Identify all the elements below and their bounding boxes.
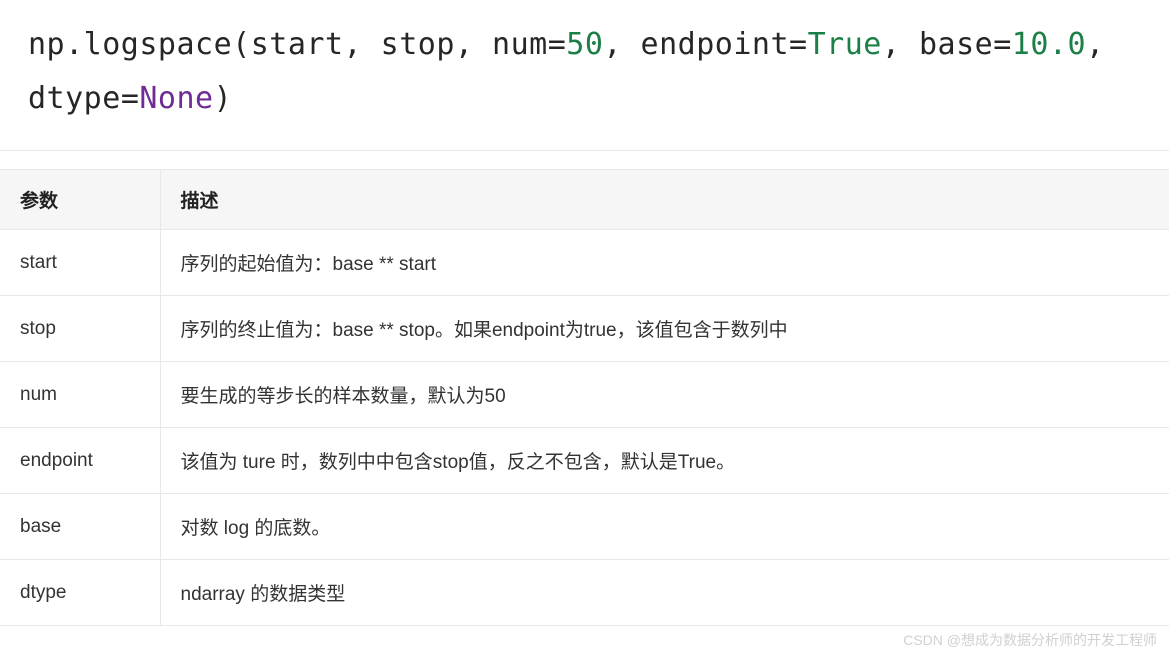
code-none: None: [139, 81, 213, 116]
param-cell: dtype: [0, 560, 160, 626]
code-eq: =: [121, 81, 140, 116]
param-cell: base: [0, 494, 160, 560]
code-signature: np.logspace(start, stop, num=50, endpoin…: [0, 0, 1169, 151]
code-text: np.logspace(start, stop, num: [28, 27, 548, 62]
code-text: , endpoint: [603, 27, 789, 62]
code-eq: =: [548, 27, 567, 62]
code-text: , base: [882, 27, 993, 62]
param-cell: start: [0, 230, 160, 296]
table-row: dtype ndarray 的数据类型: [0, 560, 1169, 626]
table-row: base 对数 log 的底数。: [0, 494, 1169, 560]
table-row: start 序列的起始值为：base ** start: [0, 230, 1169, 296]
desc-cell: 序列的起始值为：base ** start: [160, 230, 1169, 296]
desc-cell: 序列的终止值为：base ** stop。如果endpoint为true，该值包…: [160, 296, 1169, 362]
code-eq: =: [993, 27, 1012, 62]
params-table: 参数 描述 start 序列的起始值为：base ** start stop 序…: [0, 169, 1169, 626]
desc-cell: 要生成的等步长的样本数量，默认为50: [160, 362, 1169, 428]
code-eq: =: [789, 27, 808, 62]
header-param: 参数: [0, 170, 160, 230]
code-true: True: [808, 27, 882, 62]
param-cell: endpoint: [0, 428, 160, 494]
table-row: num 要生成的等步长的样本数量，默认为50: [0, 362, 1169, 428]
table-row: stop 序列的终止值为：base ** stop。如果endpoint为tru…: [0, 296, 1169, 362]
table-row: endpoint 该值为 ture 时，数列中中包含stop值，反之不包含，默认…: [0, 428, 1169, 494]
code-text: ): [214, 81, 233, 116]
watermark: CSDN @想成为数据分析师的开发工程师: [903, 630, 1157, 650]
code-num: 10.0: [1012, 27, 1086, 62]
header-desc: 描述: [160, 170, 1169, 230]
param-cell: stop: [0, 296, 160, 362]
param-cell: num: [0, 362, 160, 428]
desc-cell: 该值为 ture 时，数列中中包含stop值，反之不包含，默认是True。: [160, 428, 1169, 494]
table-header-row: 参数 描述: [0, 170, 1169, 230]
desc-cell: ndarray 的数据类型: [160, 560, 1169, 626]
params-table-wrap: 参数 描述 start 序列的起始值为：base ** start stop 序…: [0, 169, 1169, 626]
desc-cell: 对数 log 的底数。: [160, 494, 1169, 560]
code-num: 50: [566, 27, 603, 62]
